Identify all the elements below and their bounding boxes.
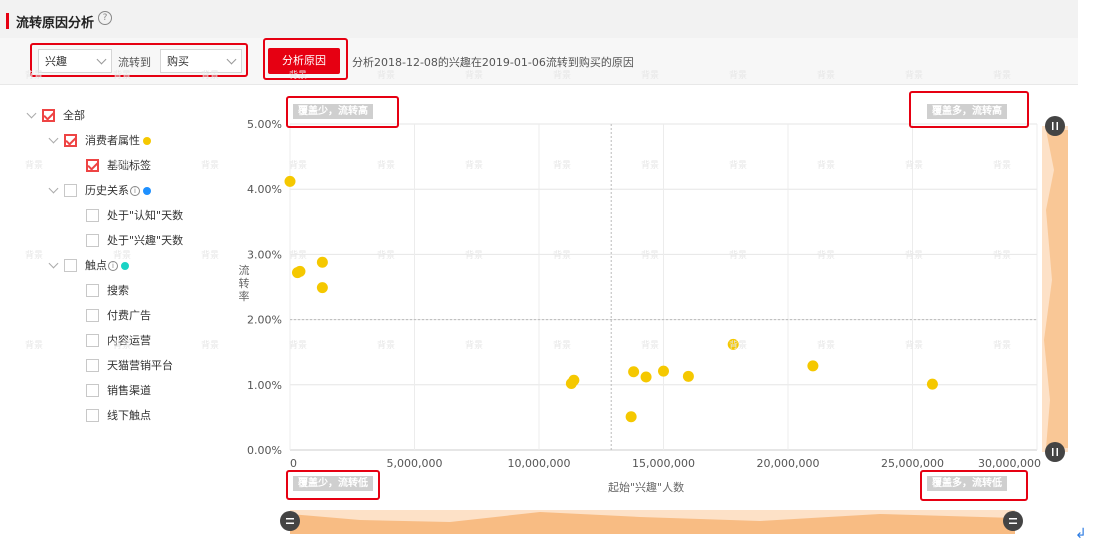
handle-grip	[1009, 518, 1017, 520]
watermark: 背景	[729, 161, 748, 171]
data-point	[658, 365, 669, 377]
watermark: 背景	[817, 341, 836, 351]
data-point	[682, 370, 694, 382]
y-tick-label: 5.00%	[247, 118, 282, 131]
watermark: 背景	[465, 161, 484, 171]
x-tick-label: 15,000,000	[632, 457, 695, 470]
x-zoom-slider	[280, 510, 1023, 534]
watermark: 背景	[729, 341, 748, 351]
y-tick-label: 2.00%	[247, 314, 282, 327]
watermark: 背景	[377, 71, 396, 81]
data-point	[568, 374, 580, 386]
handle-grip	[286, 522, 294, 524]
watermark: 背景	[641, 71, 660, 81]
watermark: 背景	[465, 71, 484, 81]
watermark: 背景	[201, 71, 220, 81]
handle-grip	[1056, 448, 1058, 456]
data-point	[926, 378, 938, 390]
watermark: 背景	[993, 251, 1012, 261]
watermark: 背景	[25, 71, 44, 81]
watermark: 背景	[905, 71, 924, 81]
watermark: 背景	[641, 341, 660, 351]
watermark: 背景	[377, 341, 396, 351]
data-point	[628, 366, 640, 378]
data-point	[316, 256, 328, 268]
watermark: 背景	[817, 71, 836, 81]
handle-grip	[1052, 122, 1054, 130]
watermark: 背景	[729, 71, 748, 81]
x-tick-label: 25,000,000	[881, 457, 944, 470]
watermark: 背景	[553, 251, 572, 261]
watermark: 背景	[817, 161, 836, 171]
slider-handle-icon	[280, 511, 300, 531]
y-tick-label: 3.00%	[247, 248, 282, 261]
handle-grip	[1056, 122, 1058, 130]
slider-handle-icon	[1045, 442, 1065, 462]
highlight-box-bottom-left	[286, 470, 380, 500]
watermark: 背景	[729, 251, 748, 261]
data-point	[807, 360, 819, 372]
handle-grip	[1009, 522, 1017, 524]
watermark: 背景	[201, 161, 220, 171]
watermark: 背景	[289, 161, 308, 171]
watermark: 背景	[905, 251, 924, 261]
watermark: 背景	[993, 71, 1012, 81]
chart-grid	[289, 123, 1038, 451]
data-point	[294, 265, 306, 277]
watermark: 背景	[289, 71, 308, 81]
watermark: 背景	[113, 161, 132, 171]
watermark: 背景	[905, 161, 924, 171]
watermark: 背景	[201, 251, 220, 261]
highlight-box-top-right	[909, 91, 1029, 128]
watermark: 背景	[993, 341, 1012, 351]
watermark: 背景	[553, 161, 572, 171]
watermark: 背景	[25, 251, 44, 261]
x-axis-label: 起始"兴趣"人数	[608, 481, 685, 494]
x-tick-label: 5,000,000	[387, 457, 443, 470]
y-zoom-slider	[1042, 116, 1068, 462]
watermark: 背景	[905, 341, 924, 351]
slider-handle-icon	[1045, 116, 1065, 136]
watermark: 背景	[553, 341, 572, 351]
watermark: 背景	[817, 251, 836, 261]
x-tick-label: 0	[290, 457, 297, 470]
y-tick-label: 0.00%	[247, 444, 282, 457]
handle-grip	[1052, 448, 1054, 456]
return-arrow-icon: ↲	[1075, 526, 1087, 542]
watermark: 背景	[993, 161, 1012, 171]
watermark: 背景	[377, 161, 396, 171]
slider-handle-icon	[1003, 511, 1023, 531]
watermark: 背景	[289, 251, 308, 261]
watermark: 背景	[553, 71, 572, 81]
watermark: 背景	[201, 341, 220, 351]
watermark: 背景	[113, 341, 132, 351]
highlight-box-top-left	[286, 96, 399, 128]
handle-grip	[286, 518, 294, 520]
watermark: 背景	[377, 251, 396, 261]
y-axis-label: 流转率	[238, 264, 250, 303]
data-point	[625, 411, 637, 423]
data-point	[640, 371, 652, 383]
watermark: 背景	[25, 161, 44, 171]
watermark: 背景	[465, 341, 484, 351]
watermark: 背景	[113, 71, 132, 81]
watermark: 背景	[641, 251, 660, 261]
x-tick-label: 30,000,000	[978, 457, 1041, 470]
watermark: 背景	[25, 341, 44, 351]
y-tick-label: 1.00%	[247, 379, 282, 392]
data-point	[316, 282, 328, 294]
watermark: 背景	[465, 251, 484, 261]
watermark: 背景	[113, 251, 132, 261]
x-tick-label: 10,000,000	[508, 457, 571, 470]
scatter-chart: 0.00% 1.00% 2.00% 3.00% 4.00% 5.00% 0 5,000,000…	[247, 116, 1068, 534]
x-tick-label: 20,000,000	[757, 457, 820, 470]
highlight-box-bottom-right	[920, 470, 1028, 501]
watermark: 背景	[641, 161, 660, 171]
watermark: 背景	[289, 341, 308, 351]
data-point	[284, 175, 296, 187]
y-tick-label: 4.00%	[247, 183, 282, 196]
